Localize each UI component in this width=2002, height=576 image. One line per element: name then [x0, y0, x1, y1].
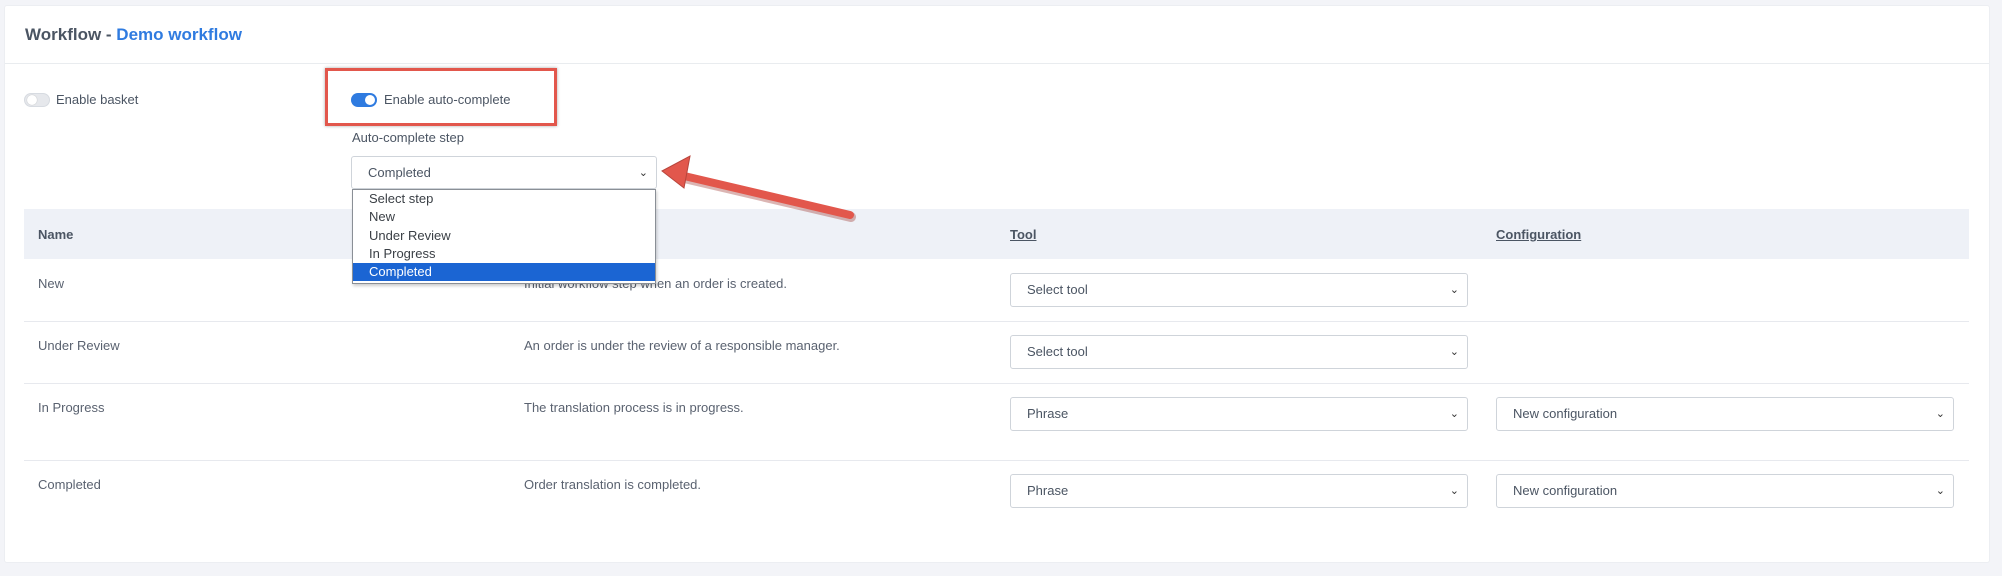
- annotation-arrow: [661, 155, 856, 222]
